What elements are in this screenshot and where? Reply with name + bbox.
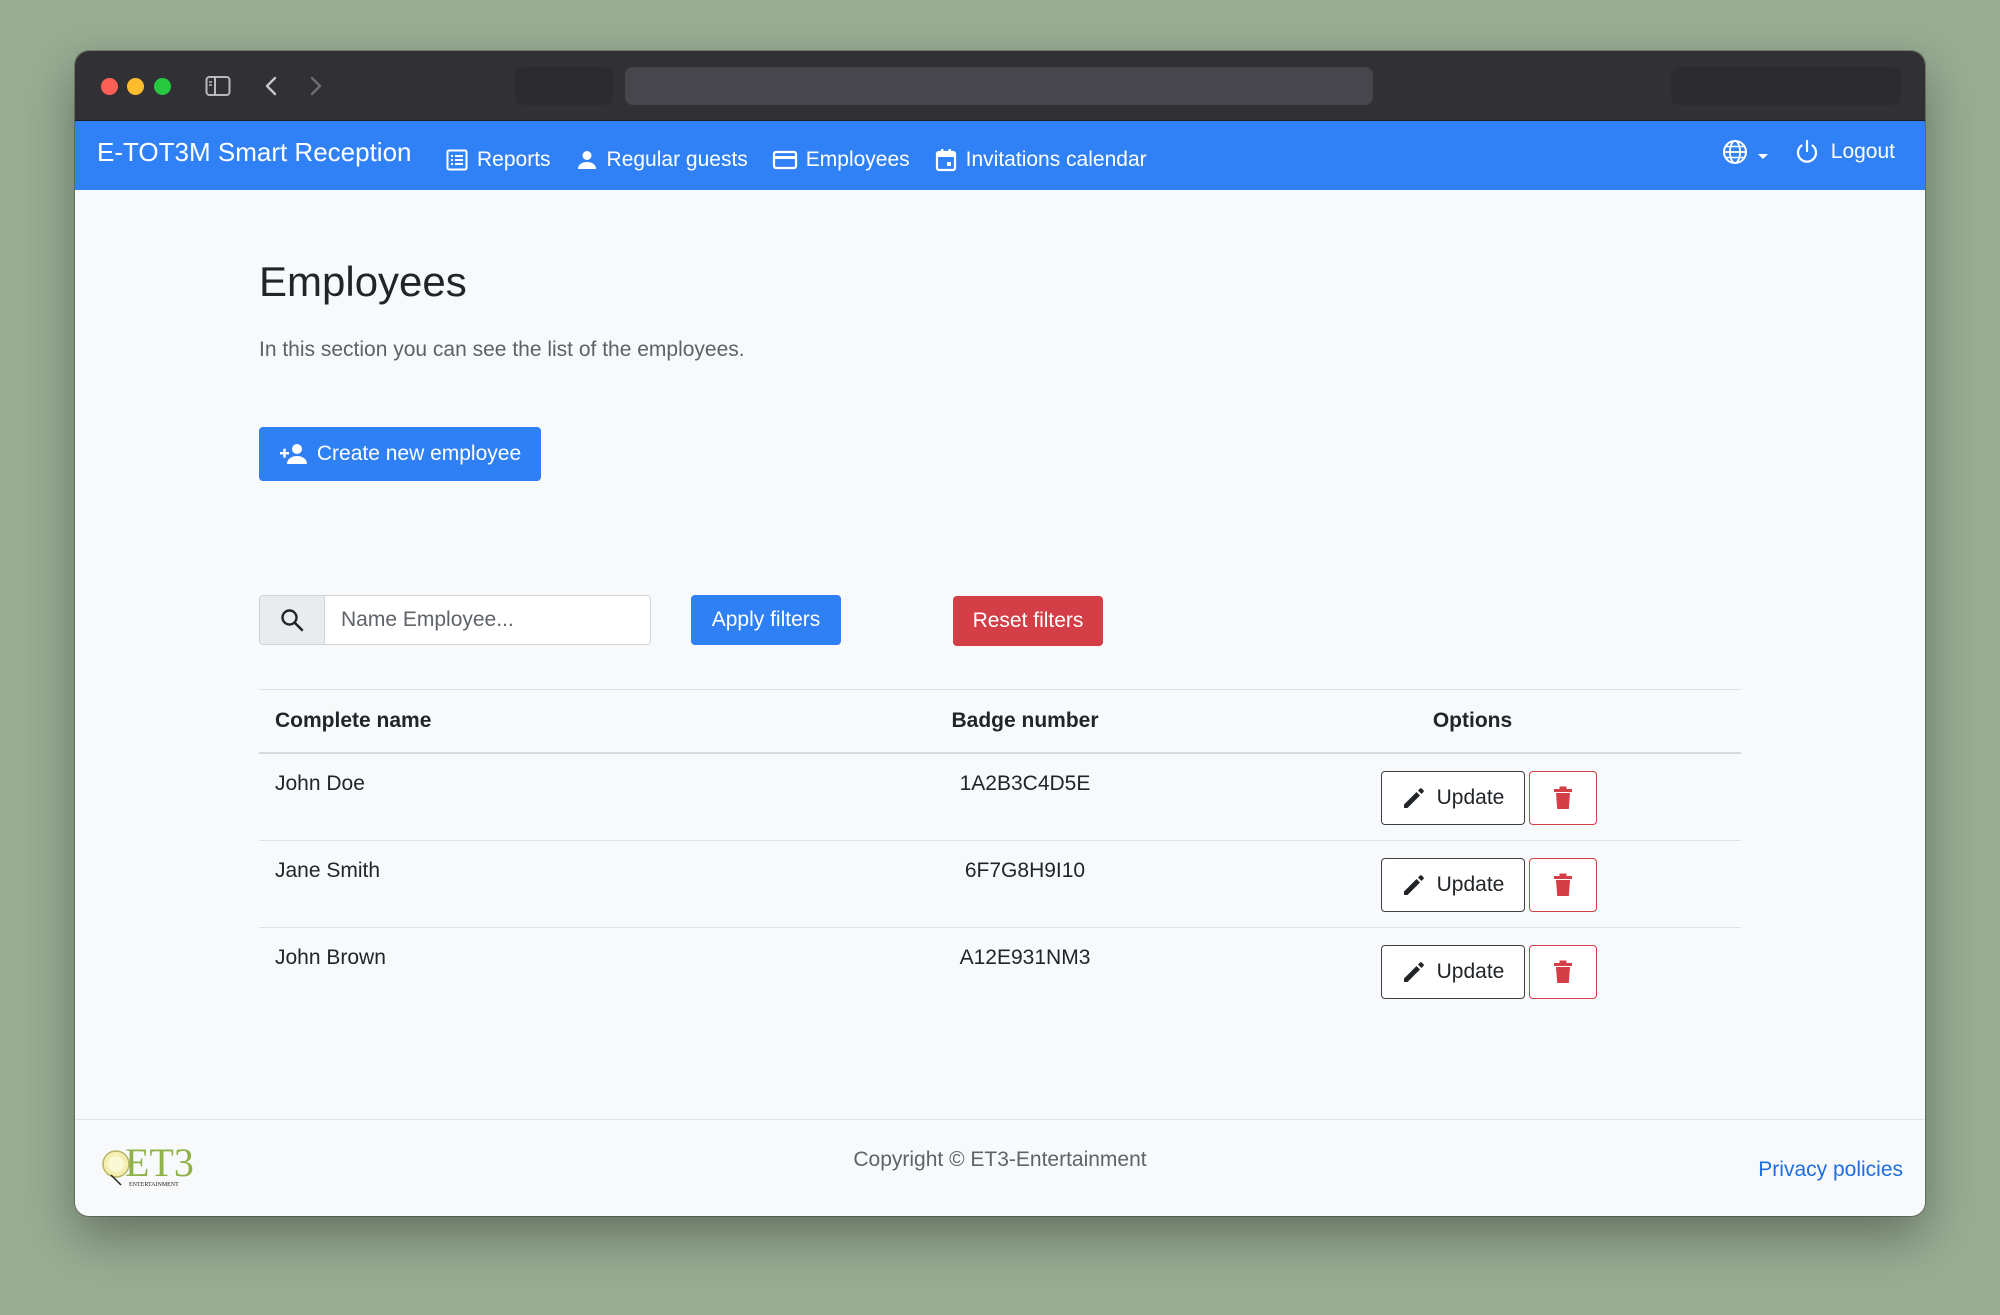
nav-link-label: Reports <box>477 147 551 171</box>
employee-badge: 6F7G8H9I10 <box>964 859 1086 882</box>
nav-links: Reports Regular guests Employees Invitat… <box>445 121 1171 190</box>
copyright-text: Copyright © ET3-Entertainment <box>853 1148 1147 1171</box>
nav-link-label: Regular guests <box>606 147 748 171</box>
create-employee-label: Create new employee <box>316 442 522 465</box>
browser-titlebar <box>75 51 1925 121</box>
toolbar-placeholder <box>1671 67 1901 105</box>
reset-filters-button[interactable]: Reset filters <box>953 596 1103 646</box>
row-options: Update <box>1204 754 1741 825</box>
calendar-icon <box>935 148 956 171</box>
page-footer: ET3 ENTERTAINMENT Copyright © ET3-Entert… <box>75 1119 1925 1216</box>
privacy-policies-link[interactable]: Privacy policies <box>1758 1158 1903 1182</box>
row-options: Update <box>1204 928 1741 999</box>
close-window-button[interactable] <box>101 78 118 95</box>
update-button[interactable]: Update <box>1380 945 1525 999</box>
employee-badge: A12E931NM3 <box>959 946 1091 969</box>
list-icon <box>446 149 468 170</box>
page-title: Employees <box>259 258 467 305</box>
trash-icon <box>1553 960 1572 983</box>
nav-link-regular-guests[interactable]: Regular guests <box>575 136 748 176</box>
nav-link-employees[interactable]: Employees <box>772 136 910 176</box>
add-person-icon <box>279 444 307 464</box>
header-complete-name: Complete name <box>275 709 432 732</box>
delete-button[interactable] <box>1528 858 1597 912</box>
table-row: John Brown A12E931NM3 Update <box>259 928 1741 1015</box>
logo-subtext: ENTERTAINMENT <box>129 1182 179 1188</box>
table-header: Complete name Badge number Options <box>259 689 1741 754</box>
nav-right: Logout <box>1721 121 1895 190</box>
table-row: John Doe 1A2B3C4D5E Update <box>259 754 1741 841</box>
back-arrow-icon[interactable] <box>261 71 281 101</box>
employee-badge: 1A2B3C4D5E <box>959 772 1091 795</box>
power-icon <box>1796 139 1817 163</box>
person-icon <box>577 150 596 169</box>
globe-icon <box>1722 139 1747 164</box>
sidebar-toggle-icon[interactable] <box>203 71 233 101</box>
language-dropdown[interactable] <box>1721 138 1771 166</box>
forward-arrow-icon[interactable] <box>306 71 326 101</box>
update-label: Update <box>1436 960 1505 983</box>
trash-icon <box>1553 786 1572 809</box>
search-icon <box>281 609 304 632</box>
pencil-icon <box>1403 962 1424 982</box>
employee-name: John Brown <box>275 946 386 969</box>
update-label: Update <box>1436 873 1505 896</box>
pencil-icon <box>1403 875 1424 895</box>
card-icon <box>772 150 797 169</box>
brand-link[interactable]: E-TOT3M Smart Reception <box>97 135 412 169</box>
pencil-icon <box>1403 788 1424 808</box>
delete-button[interactable] <box>1528 771 1597 825</box>
update-label: Update <box>1436 786 1505 809</box>
tab-placeholder[interactable] <box>515 67 613 105</box>
table-row: Jane Smith 6F7G8H9I10 Update <box>259 841 1741 928</box>
search-addon <box>259 595 325 645</box>
caret-down-icon <box>1757 153 1768 159</box>
row-options: Update <box>1204 841 1741 912</box>
create-employee-button[interactable]: Create new employee <box>259 427 541 481</box>
apply-filters-button[interactable]: Apply filters <box>691 595 841 645</box>
trash-icon <box>1553 873 1572 896</box>
top-navbar: E-TOT3M Smart Reception Reports Regular … <box>75 121 1925 190</box>
delete-button[interactable] <box>1528 945 1597 999</box>
logout-button[interactable]: Logout <box>1793 138 1895 166</box>
logout-label: Logout <box>1830 139 1895 163</box>
employee-name-search-input[interactable] <box>325 595 651 645</box>
browser-window: E-TOT3M Smart Reception Reports Regular … <box>75 51 1925 1216</box>
minimize-window-button[interactable] <box>127 78 144 95</box>
header-badge-number: Badge number <box>951 709 1099 732</box>
employee-name: John Doe <box>275 772 365 795</box>
page-description: In this section you can see the list of … <box>259 338 745 361</box>
nav-link-reports[interactable]: Reports <box>445 136 551 176</box>
employees-table: Complete name Badge number Options John … <box>259 689 1741 1015</box>
update-button[interactable]: Update <box>1380 858 1525 912</box>
nav-link-label: Employees <box>805 147 910 171</box>
header-options: Options <box>1432 709 1513 732</box>
search-group <box>259 595 651 645</box>
nav-link-invitations-calendar[interactable]: Invitations calendar <box>934 136 1147 176</box>
zoom-window-button[interactable] <box>154 78 171 95</box>
nav-link-label: Invitations calendar <box>965 147 1147 171</box>
update-button[interactable]: Update <box>1380 771 1525 825</box>
employee-name: Jane Smith <box>275 859 381 882</box>
address-bar[interactable] <box>625 67 1373 105</box>
